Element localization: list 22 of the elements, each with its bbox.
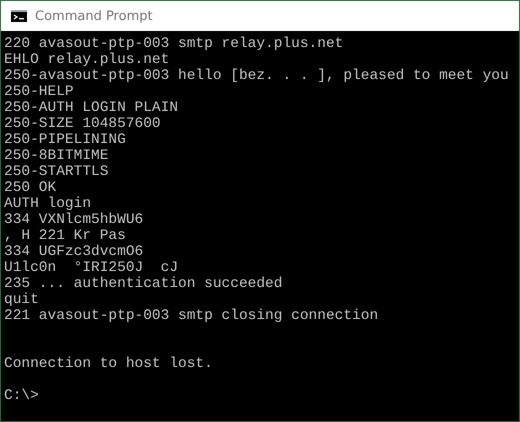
console-icon xyxy=(11,10,27,22)
console-line: 250-STARTTLS xyxy=(4,164,108,180)
command-prompt: C:\> xyxy=(4,388,39,404)
console-line: , H 221 Kr Pas xyxy=(4,228,126,244)
console-line: 250 OK xyxy=(4,180,56,196)
console-line: 220 avasout-ptp-003 smtp relay.plus.net xyxy=(4,36,344,52)
window-title: Command Prompt xyxy=(35,8,153,24)
console-line: U1lc0n °IRI250J cJ xyxy=(4,260,178,276)
console-line: 235 ... authentication succeeded xyxy=(4,276,282,292)
console-line: 250-AUTH LOGIN PLAIN xyxy=(4,100,178,116)
console-line: 250-HELP xyxy=(4,84,74,100)
console-line: 250-8BITMIME xyxy=(4,148,108,164)
console-line: quit xyxy=(4,292,39,308)
console-line: 334 VXNlcm5hbWU6 xyxy=(4,212,144,228)
console-line: EHLO relay.plus.net xyxy=(4,52,170,68)
console-line: 250-avasout-ptp-003 hello [bez. . . ], pleased to meet you xyxy=(4,68,509,84)
console-line: 221 avasout-ptp-003 smtp closing connection xyxy=(4,308,378,324)
console-line: 250-SIZE 104857600 xyxy=(4,116,161,132)
status-message: Connection to host lost. xyxy=(4,356,213,372)
console-line: AUTH login xyxy=(4,196,92,212)
console-line: 250-PIPELINING xyxy=(4,132,126,148)
console-line: 334 UGFzc3dvcmO6 xyxy=(4,244,144,260)
